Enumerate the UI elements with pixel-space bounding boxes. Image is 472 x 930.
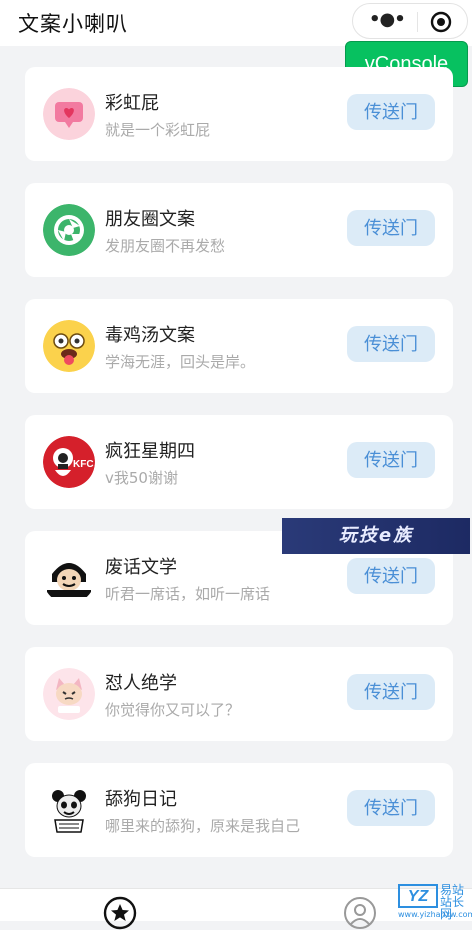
item-description: 听君一席话，如听一席话 bbox=[105, 585, 271, 603]
list-item[interactable]: KFC 疯狂星期四 v我50谢谢 传送门 bbox=[25, 415, 453, 509]
meme-panda-icon bbox=[43, 784, 95, 836]
item-description: 哪里来的舔狗，原来是我自己 bbox=[105, 817, 301, 835]
portal-button[interactable]: 传送门 bbox=[347, 442, 435, 478]
list-item[interactable]: 彩虹屁 就是一个彩虹屁 传送门 bbox=[25, 67, 453, 161]
logo-url: www.yizhanzw.com bbox=[398, 910, 472, 919]
item-description: 学海无涯，回头是岸。 bbox=[105, 353, 256, 371]
item-title: 彩虹屁 bbox=[105, 93, 159, 114]
item-title: 疯狂星期四 bbox=[105, 441, 195, 462]
list-item[interactable]: 朋友圈文案 发朋友圈不再发愁 传送门 bbox=[25, 183, 453, 277]
item-title: 怼人绝学 bbox=[105, 673, 177, 694]
list-item[interactable]: 舔狗日记 哪里来的舔狗，原来是我自己 传送门 bbox=[25, 763, 453, 857]
portal-button[interactable]: 传送门 bbox=[347, 790, 435, 826]
logo-mark: YZ bbox=[398, 884, 438, 908]
item-description: 发朋友圈不再发愁 bbox=[105, 237, 226, 255]
portal-button[interactable]: 传送门 bbox=[347, 94, 435, 130]
item-description: v我50谢谢 bbox=[105, 469, 178, 487]
svg-text:KFC: KFC bbox=[73, 459, 94, 470]
portal-button[interactable]: 传送门 bbox=[347, 210, 435, 246]
item-description: 你觉得你又可以了？ bbox=[105, 701, 241, 719]
list-item[interactable]: 怼人绝学 你觉得你又可以了？ 传送门 bbox=[25, 647, 453, 741]
meme-face-icon bbox=[43, 552, 95, 604]
list-item[interactable]: 毒鸡汤文案 学海无涯，回头是岸。 传送门 bbox=[25, 299, 453, 393]
heart-message-icon bbox=[43, 88, 95, 140]
portal-button[interactable]: 传送门 bbox=[347, 558, 435, 594]
target-circle-icon[interactable] bbox=[430, 11, 452, 33]
item-description: 就是一个彩虹屁 bbox=[105, 121, 211, 139]
more-dots-icon[interactable]: •●• bbox=[369, 11, 406, 31]
portal-button[interactable]: 传送门 bbox=[347, 674, 435, 710]
item-title: 废话文学 bbox=[105, 557, 177, 578]
item-title: 毒鸡汤文案 bbox=[105, 325, 195, 346]
portal-button[interactable]: 传送门 bbox=[347, 326, 435, 362]
item-title: 朋友圈文案 bbox=[105, 209, 195, 230]
tongue-face-icon bbox=[43, 320, 95, 372]
watermark-banner: 玩技e族 bbox=[282, 518, 470, 554]
site-logo-watermark: YZ 易站 站长网 www.yizhanzw.com bbox=[398, 884, 472, 920]
page-title: 文案小喇叭 bbox=[18, 12, 128, 36]
item-title: 舔狗日记 bbox=[105, 789, 177, 810]
star-circle-icon[interactable] bbox=[103, 896, 137, 930]
kfc-logo-icon: KFC bbox=[43, 436, 95, 488]
nav-bar: 文案小喇叭 •●• bbox=[0, 0, 472, 46]
camera-shutter-icon bbox=[43, 204, 95, 256]
user-circle-icon[interactable] bbox=[343, 896, 377, 930]
mini-program-capsule: •●• bbox=[352, 3, 468, 39]
meme-cat-icon bbox=[43, 668, 95, 720]
capsule-divider bbox=[417, 12, 418, 32]
